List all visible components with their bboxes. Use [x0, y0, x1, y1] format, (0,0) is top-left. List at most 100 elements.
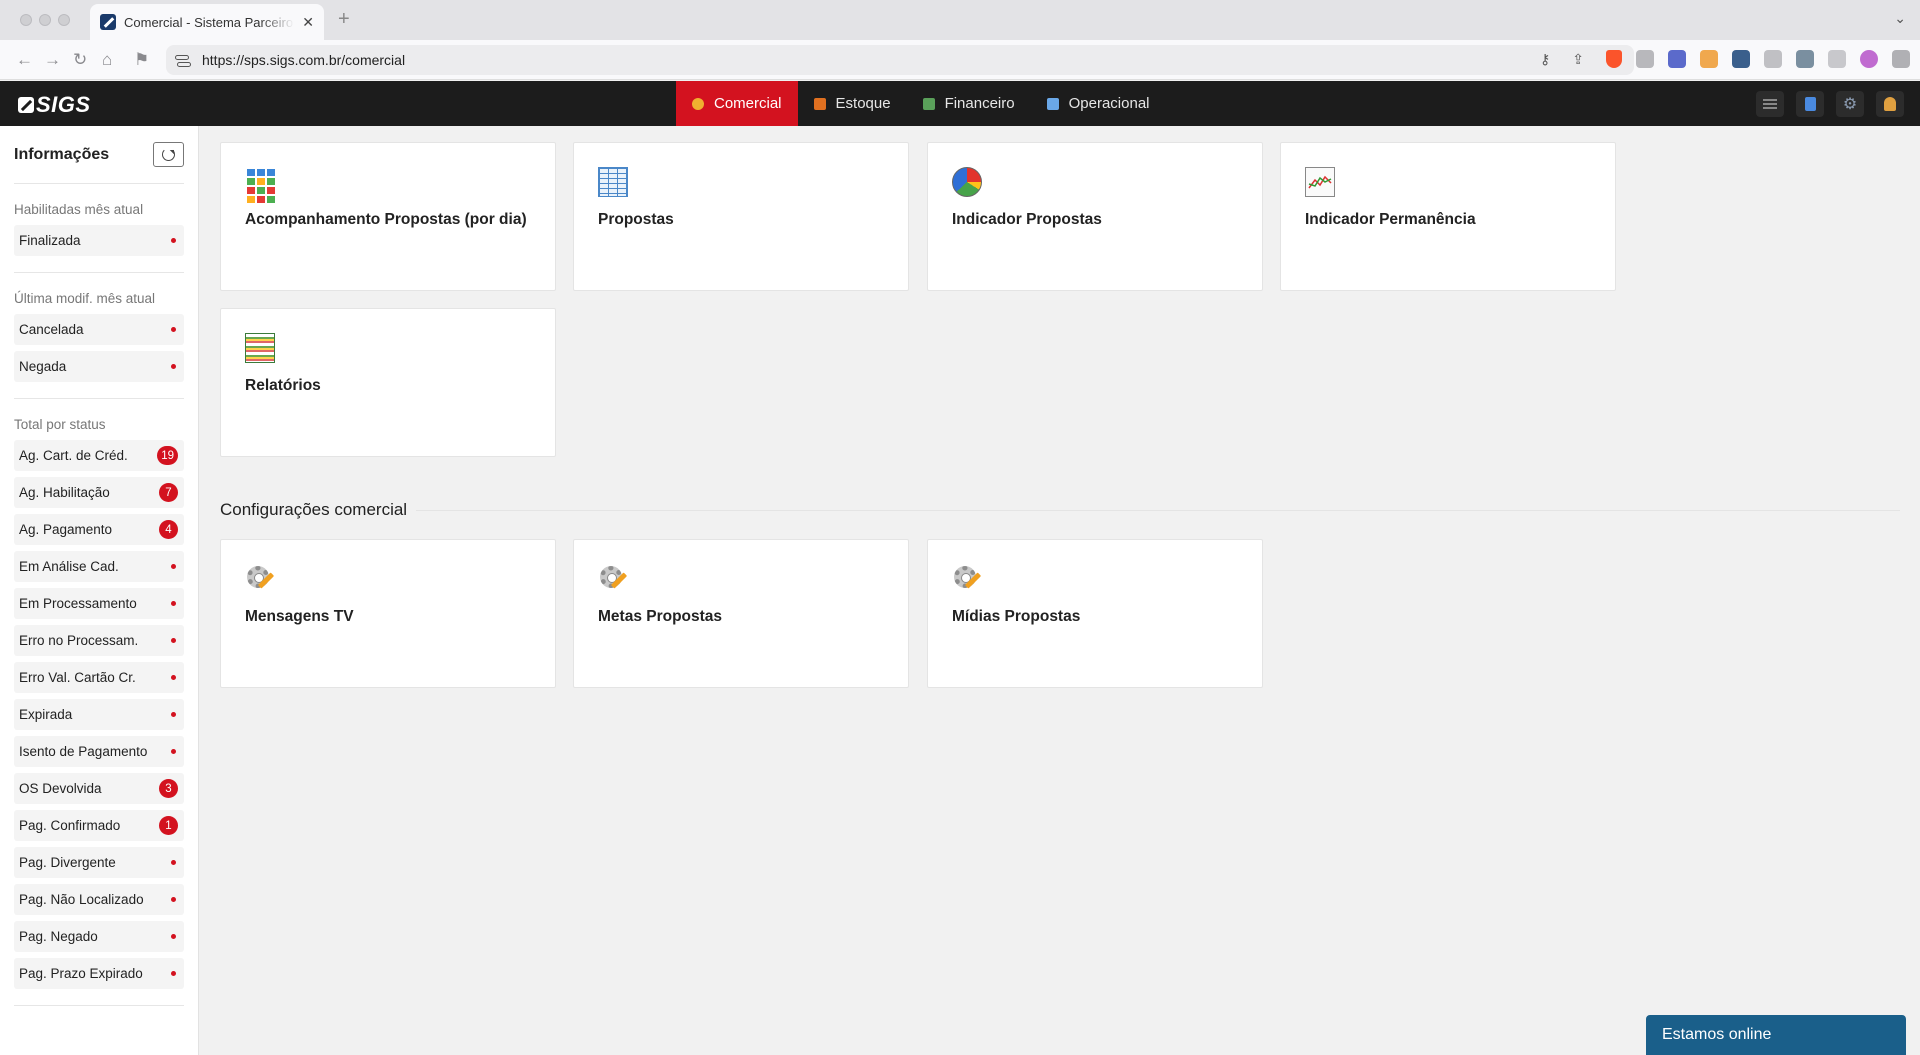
home-icon[interactable]: ⌂ — [102, 50, 112, 70]
estoque-icon — [813, 97, 826, 110]
user-button[interactable] — [1876, 91, 1904, 117]
sidebar-status-item[interactable]: Pag. Negado — [14, 921, 184, 952]
sidebar-status-item[interactable]: Ag. Habilitação 7 — [14, 477, 184, 508]
browser-tab-bar: Comercial - Sistema Parceiro ✕ + ⌄ — [0, 0, 1920, 40]
module-card[interactable]: Indicador Permanência — [1280, 142, 1616, 291]
card-title: Acompanhamento Propostas (por dia) — [245, 211, 527, 228]
module-card[interactable]: Acompanhamento Propostas (por dia) — [220, 142, 556, 291]
card-title: Relatórios — [245, 377, 321, 394]
help-button[interactable] — [1796, 91, 1824, 117]
sidebar-status-item[interactable]: Pag. Prazo Expirado — [14, 958, 184, 989]
sidebar-status-item[interactable]: Negada — [14, 351, 184, 382]
brave-shield-icon[interactable] — [1606, 50, 1622, 68]
sidebar-status-item[interactable]: Expirada — [14, 699, 184, 730]
nav-estoque[interactable]: Estoque — [798, 81, 907, 126]
module-card[interactable]: Mídias Propostas — [927, 539, 1263, 688]
tab-close-icon[interactable]: ✕ — [302, 14, 314, 31]
tab-list-chevron-icon[interactable]: ⌄ — [1894, 10, 1906, 27]
browser-tab[interactable]: Comercial - Sistema Parceiro ✕ — [90, 4, 324, 40]
key-icon[interactable]: ⚷ — [1540, 51, 1550, 68]
status-dot — [171, 712, 176, 717]
sidebar-status-item[interactable]: Cancelada — [14, 314, 184, 345]
status-dot — [171, 675, 176, 680]
count-badge: 4 — [159, 520, 178, 539]
status-label: Erro no Processam. — [19, 633, 139, 648]
window-minimize-button[interactable] — [39, 14, 51, 26]
status-dot — [171, 860, 176, 865]
reload-icon[interactable]: ↻ — [73, 50, 87, 70]
sidebar-status-item[interactable]: Finalizada — [14, 225, 184, 256]
capture-extension-icon[interactable] — [1764, 50, 1782, 68]
sidebar-status-item[interactable]: Ag. Pagamento 4 — [14, 514, 184, 545]
status-label: Negada — [19, 359, 67, 374]
settings-button[interactable]: ⚙ — [1836, 91, 1864, 117]
module-card[interactable]: Indicador Propostas — [927, 142, 1263, 291]
share-icon[interactable]: ⇪ — [1572, 51, 1584, 68]
profile-extension-icon[interactable] — [1860, 50, 1878, 68]
address-bar[interactable]: https://sps.sigs.com.br/comercial ⚷ ⇪ — [166, 45, 1634, 75]
nav-label: Financeiro — [944, 95, 1015, 112]
new-tab-button[interactable]: + — [338, 8, 350, 31]
status-dot — [171, 564, 176, 569]
pie-chart-icon — [952, 167, 982, 197]
recycle-extension-icon[interactable] — [1636, 50, 1654, 68]
window-zoom-button[interactable] — [58, 14, 70, 26]
sidebar-status-item[interactable]: Em Processamento — [14, 588, 184, 619]
sidebar-section-title: Total por status — [14, 417, 106, 432]
nav-operacional[interactable]: Operacional — [1031, 81, 1166, 126]
bookmark-extension-icon[interactable] — [1700, 50, 1718, 68]
status-label: Pag. Não Localizado — [19, 892, 144, 907]
status-label: Ag. Pagamento — [19, 522, 113, 537]
sidebar-status-item[interactable]: Ag. Cart. de Créd. 19 — [14, 440, 184, 471]
forward-icon[interactable]: → — [44, 50, 61, 70]
status-label: Pag. Negado — [19, 929, 98, 944]
extension-badge-icon[interactable] — [1668, 50, 1686, 68]
module-card[interactable]: Mensagens TV — [220, 539, 556, 688]
module-nav: Comercial Estoque Financeiro Operacional — [676, 81, 1166, 126]
status-label: Ag. Habilitação — [19, 485, 110, 500]
grid-extension-icon[interactable] — [1796, 50, 1814, 68]
nav-comercial[interactable]: Comercial — [676, 81, 798, 126]
module-card[interactable]: Relatórios — [220, 308, 556, 457]
status-label: Expirada — [19, 707, 73, 722]
sidebar-status-item[interactable]: OS Devolvida 3 — [14, 773, 184, 804]
status-label: Isento de Pagamento — [19, 744, 148, 759]
status-dot — [171, 897, 176, 902]
sidebar-status-item[interactable]: Pag. Divergente — [14, 847, 184, 878]
sigs-logo[interactable]: SIGS — [18, 92, 91, 118]
site-info-icon[interactable] — [174, 52, 191, 68]
app-navbar: SIGS Comercial Estoque Financeiro Operac… — [0, 81, 1920, 126]
window-close-button[interactable] — [20, 14, 32, 26]
status-label: OS Devolvida — [19, 781, 102, 796]
status-dot — [171, 971, 176, 976]
sidebar-section: Habilitadas mês atual Finalizada — [14, 202, 184, 273]
sidebar-status-item[interactable]: Erro no Processam. — [14, 625, 184, 656]
sidebar-section-title: Última modif. mês atual — [14, 291, 156, 306]
card-title: Indicador Propostas — [952, 211, 1102, 228]
browser-toolbar: ← → ↻ ⌂ ⚑ https://sps.sigs.com.br/comerc… — [0, 40, 1920, 80]
sidebar-status-item[interactable]: Isento de Pagamento — [14, 736, 184, 767]
module-card[interactable]: Propostas — [573, 142, 909, 291]
puzzle-icon[interactable] — [1828, 50, 1846, 68]
card-title: Propostas — [598, 211, 674, 228]
module-card[interactable]: Metas Propostas — [573, 539, 909, 688]
browser-menu-icon[interactable] — [1892, 50, 1910, 68]
sigs-favicon-icon — [100, 14, 116, 30]
sidebar-status-item[interactable]: Erro Val. Cartão Cr. — [14, 662, 184, 693]
menu-button[interactable] — [1756, 91, 1784, 117]
config-section-title: Configurações comercial — [220, 500, 408, 519]
report-icon — [245, 333, 275, 363]
financeiro-icon — [922, 97, 935, 110]
edit-extension-icon[interactable] — [1732, 50, 1750, 68]
bookmark-icon[interactable]: ⚑ — [134, 50, 149, 70]
sidebar-status-item[interactable]: Em Análise Cad. — [14, 551, 184, 582]
sidebar-status-item[interactable]: Pag. Não Localizado — [14, 884, 184, 915]
sidebar-status-item[interactable]: Pag. Confirmado 1 — [14, 810, 184, 841]
chat-widget[interactable]: Estamos online — [1646, 1015, 1906, 1055]
status-label: Cancelada — [19, 322, 84, 337]
count-badge: 7 — [159, 483, 178, 502]
settings-icon — [952, 564, 982, 594]
back-icon[interactable]: ← — [16, 50, 33, 70]
refresh-button[interactable] — [153, 142, 184, 167]
nav-financeiro[interactable]: Financeiro — [907, 81, 1031, 126]
